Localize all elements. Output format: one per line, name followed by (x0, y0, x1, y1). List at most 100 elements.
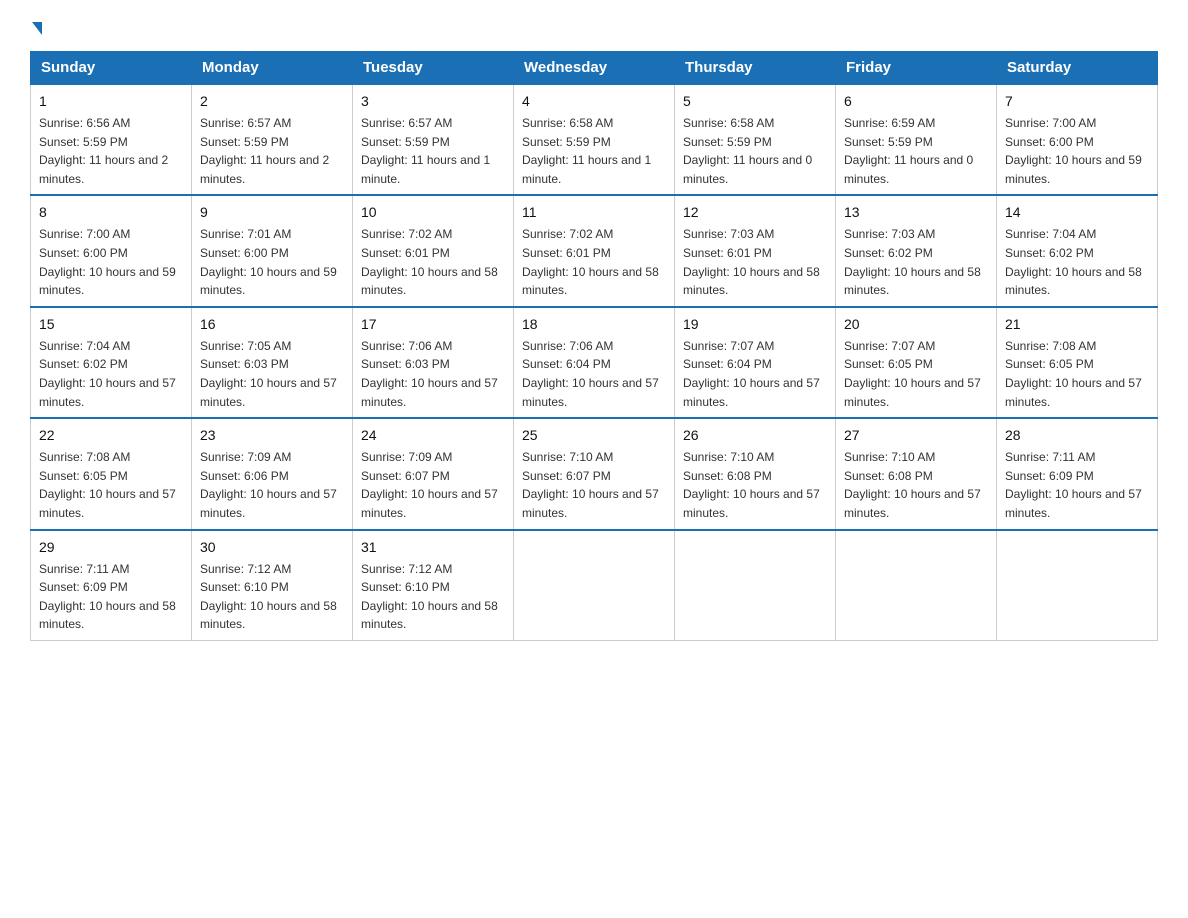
day-number: 9 (200, 202, 344, 223)
day-number: 21 (1005, 314, 1149, 335)
day-number: 5 (683, 91, 827, 112)
day-number: 14 (1005, 202, 1149, 223)
day-number: 25 (522, 425, 666, 446)
day-info: Sunrise: 7:02 AMSunset: 6:01 PMDaylight:… (522, 225, 666, 299)
calendar-cell: 5Sunrise: 6:58 AMSunset: 5:59 PMDaylight… (675, 84, 836, 195)
day-info: Sunrise: 7:07 AMSunset: 6:04 PMDaylight:… (683, 337, 827, 411)
calendar-cell: 20Sunrise: 7:07 AMSunset: 6:05 PMDayligh… (836, 307, 997, 418)
day-info: Sunrise: 7:00 AMSunset: 6:00 PMDaylight:… (1005, 114, 1149, 188)
day-info: Sunrise: 7:08 AMSunset: 6:05 PMDaylight:… (1005, 337, 1149, 411)
day-number: 30 (200, 537, 344, 558)
calendar-cell: 30Sunrise: 7:12 AMSunset: 6:10 PMDayligh… (192, 530, 353, 641)
day-info: Sunrise: 6:59 AMSunset: 5:59 PMDaylight:… (844, 114, 988, 188)
day-info: Sunrise: 6:57 AMSunset: 5:59 PMDaylight:… (200, 114, 344, 188)
calendar-week-row: 1Sunrise: 6:56 AMSunset: 5:59 PMDaylight… (31, 84, 1158, 195)
weekday-header-thursday: Thursday (675, 52, 836, 85)
day-number: 20 (844, 314, 988, 335)
page-header (30, 20, 1158, 33)
day-number: 28 (1005, 425, 1149, 446)
day-info: Sunrise: 6:58 AMSunset: 5:59 PMDaylight:… (522, 114, 666, 188)
day-number: 7 (1005, 91, 1149, 112)
day-number: 3 (361, 91, 505, 112)
day-number: 31 (361, 537, 505, 558)
calendar-cell: 15Sunrise: 7:04 AMSunset: 6:02 PMDayligh… (31, 307, 192, 418)
calendar-cell: 22Sunrise: 7:08 AMSunset: 6:05 PMDayligh… (31, 418, 192, 529)
calendar-cell (997, 530, 1158, 641)
day-info: Sunrise: 7:06 AMSunset: 6:04 PMDaylight:… (522, 337, 666, 411)
weekday-header-wednesday: Wednesday (514, 52, 675, 85)
day-info: Sunrise: 6:56 AMSunset: 5:59 PMDaylight:… (39, 114, 183, 188)
calendar-cell: 7Sunrise: 7:00 AMSunset: 6:00 PMDaylight… (997, 84, 1158, 195)
weekday-header-sunday: Sunday (31, 52, 192, 85)
day-info: Sunrise: 7:08 AMSunset: 6:05 PMDaylight:… (39, 448, 183, 522)
day-info: Sunrise: 7:11 AMSunset: 6:09 PMDaylight:… (39, 560, 183, 634)
calendar-cell: 17Sunrise: 7:06 AMSunset: 6:03 PMDayligh… (353, 307, 514, 418)
calendar-cell: 1Sunrise: 6:56 AMSunset: 5:59 PMDaylight… (31, 84, 192, 195)
calendar-cell: 9Sunrise: 7:01 AMSunset: 6:00 PMDaylight… (192, 195, 353, 306)
day-info: Sunrise: 7:04 AMSunset: 6:02 PMDaylight:… (39, 337, 183, 411)
calendar-cell: 11Sunrise: 7:02 AMSunset: 6:01 PMDayligh… (514, 195, 675, 306)
day-number: 29 (39, 537, 183, 558)
calendar-cell (514, 530, 675, 641)
day-info: Sunrise: 7:02 AMSunset: 6:01 PMDaylight:… (361, 225, 505, 299)
day-number: 24 (361, 425, 505, 446)
calendar-cell: 3Sunrise: 6:57 AMSunset: 5:59 PMDaylight… (353, 84, 514, 195)
day-info: Sunrise: 6:58 AMSunset: 5:59 PMDaylight:… (683, 114, 827, 188)
day-number: 6 (844, 91, 988, 112)
day-number: 16 (200, 314, 344, 335)
calendar-cell: 26Sunrise: 7:10 AMSunset: 6:08 PMDayligh… (675, 418, 836, 529)
day-info: Sunrise: 6:57 AMSunset: 5:59 PMDaylight:… (361, 114, 505, 188)
calendar-week-row: 29Sunrise: 7:11 AMSunset: 6:09 PMDayligh… (31, 530, 1158, 641)
day-info: Sunrise: 7:03 AMSunset: 6:02 PMDaylight:… (844, 225, 988, 299)
calendar-week-row: 8Sunrise: 7:00 AMSunset: 6:00 PMDaylight… (31, 195, 1158, 306)
calendar-cell: 25Sunrise: 7:10 AMSunset: 6:07 PMDayligh… (514, 418, 675, 529)
day-number: 26 (683, 425, 827, 446)
calendar-cell: 27Sunrise: 7:10 AMSunset: 6:08 PMDayligh… (836, 418, 997, 529)
day-info: Sunrise: 7:01 AMSunset: 6:00 PMDaylight:… (200, 225, 344, 299)
logo (30, 20, 44, 33)
day-number: 18 (522, 314, 666, 335)
logo-arrow-icon (32, 22, 42, 35)
calendar-cell: 21Sunrise: 7:08 AMSunset: 6:05 PMDayligh… (997, 307, 1158, 418)
weekday-header-row: SundayMondayTuesdayWednesdayThursdayFrid… (31, 52, 1158, 85)
day-number: 19 (683, 314, 827, 335)
day-number: 11 (522, 202, 666, 223)
weekday-header-saturday: Saturday (997, 52, 1158, 85)
day-number: 12 (683, 202, 827, 223)
day-number: 13 (844, 202, 988, 223)
day-info: Sunrise: 7:10 AMSunset: 6:07 PMDaylight:… (522, 448, 666, 522)
calendar-cell: 29Sunrise: 7:11 AMSunset: 6:09 PMDayligh… (31, 530, 192, 641)
day-number: 2 (200, 91, 344, 112)
day-info: Sunrise: 7:06 AMSunset: 6:03 PMDaylight:… (361, 337, 505, 411)
day-info: Sunrise: 7:05 AMSunset: 6:03 PMDaylight:… (200, 337, 344, 411)
calendar-cell: 28Sunrise: 7:11 AMSunset: 6:09 PMDayligh… (997, 418, 1158, 529)
calendar-cell: 14Sunrise: 7:04 AMSunset: 6:02 PMDayligh… (997, 195, 1158, 306)
day-info: Sunrise: 7:09 AMSunset: 6:07 PMDaylight:… (361, 448, 505, 522)
day-number: 17 (361, 314, 505, 335)
calendar-cell: 4Sunrise: 6:58 AMSunset: 5:59 PMDaylight… (514, 84, 675, 195)
day-number: 27 (844, 425, 988, 446)
calendar-cell: 23Sunrise: 7:09 AMSunset: 6:06 PMDayligh… (192, 418, 353, 529)
day-info: Sunrise: 7:11 AMSunset: 6:09 PMDaylight:… (1005, 448, 1149, 522)
calendar-cell: 6Sunrise: 6:59 AMSunset: 5:59 PMDaylight… (836, 84, 997, 195)
calendar-cell: 19Sunrise: 7:07 AMSunset: 6:04 PMDayligh… (675, 307, 836, 418)
calendar-cell: 16Sunrise: 7:05 AMSunset: 6:03 PMDayligh… (192, 307, 353, 418)
calendar-cell: 10Sunrise: 7:02 AMSunset: 6:01 PMDayligh… (353, 195, 514, 306)
day-info: Sunrise: 7:12 AMSunset: 6:10 PMDaylight:… (361, 560, 505, 634)
calendar-cell: 2Sunrise: 6:57 AMSunset: 5:59 PMDaylight… (192, 84, 353, 195)
calendar-cell: 8Sunrise: 7:00 AMSunset: 6:00 PMDaylight… (31, 195, 192, 306)
calendar-cell: 12Sunrise: 7:03 AMSunset: 6:01 PMDayligh… (675, 195, 836, 306)
day-number: 23 (200, 425, 344, 446)
day-number: 22 (39, 425, 183, 446)
day-info: Sunrise: 7:03 AMSunset: 6:01 PMDaylight:… (683, 225, 827, 299)
weekday-header-monday: Monday (192, 52, 353, 85)
calendar-cell: 18Sunrise: 7:06 AMSunset: 6:04 PMDayligh… (514, 307, 675, 418)
day-info: Sunrise: 7:10 AMSunset: 6:08 PMDaylight:… (683, 448, 827, 522)
calendar-week-row: 15Sunrise: 7:04 AMSunset: 6:02 PMDayligh… (31, 307, 1158, 418)
calendar-cell (836, 530, 997, 641)
day-info: Sunrise: 7:00 AMSunset: 6:00 PMDaylight:… (39, 225, 183, 299)
day-number: 15 (39, 314, 183, 335)
calendar-table: SundayMondayTuesdayWednesdayThursdayFrid… (30, 51, 1158, 641)
day-number: 4 (522, 91, 666, 112)
day-info: Sunrise: 7:09 AMSunset: 6:06 PMDaylight:… (200, 448, 344, 522)
